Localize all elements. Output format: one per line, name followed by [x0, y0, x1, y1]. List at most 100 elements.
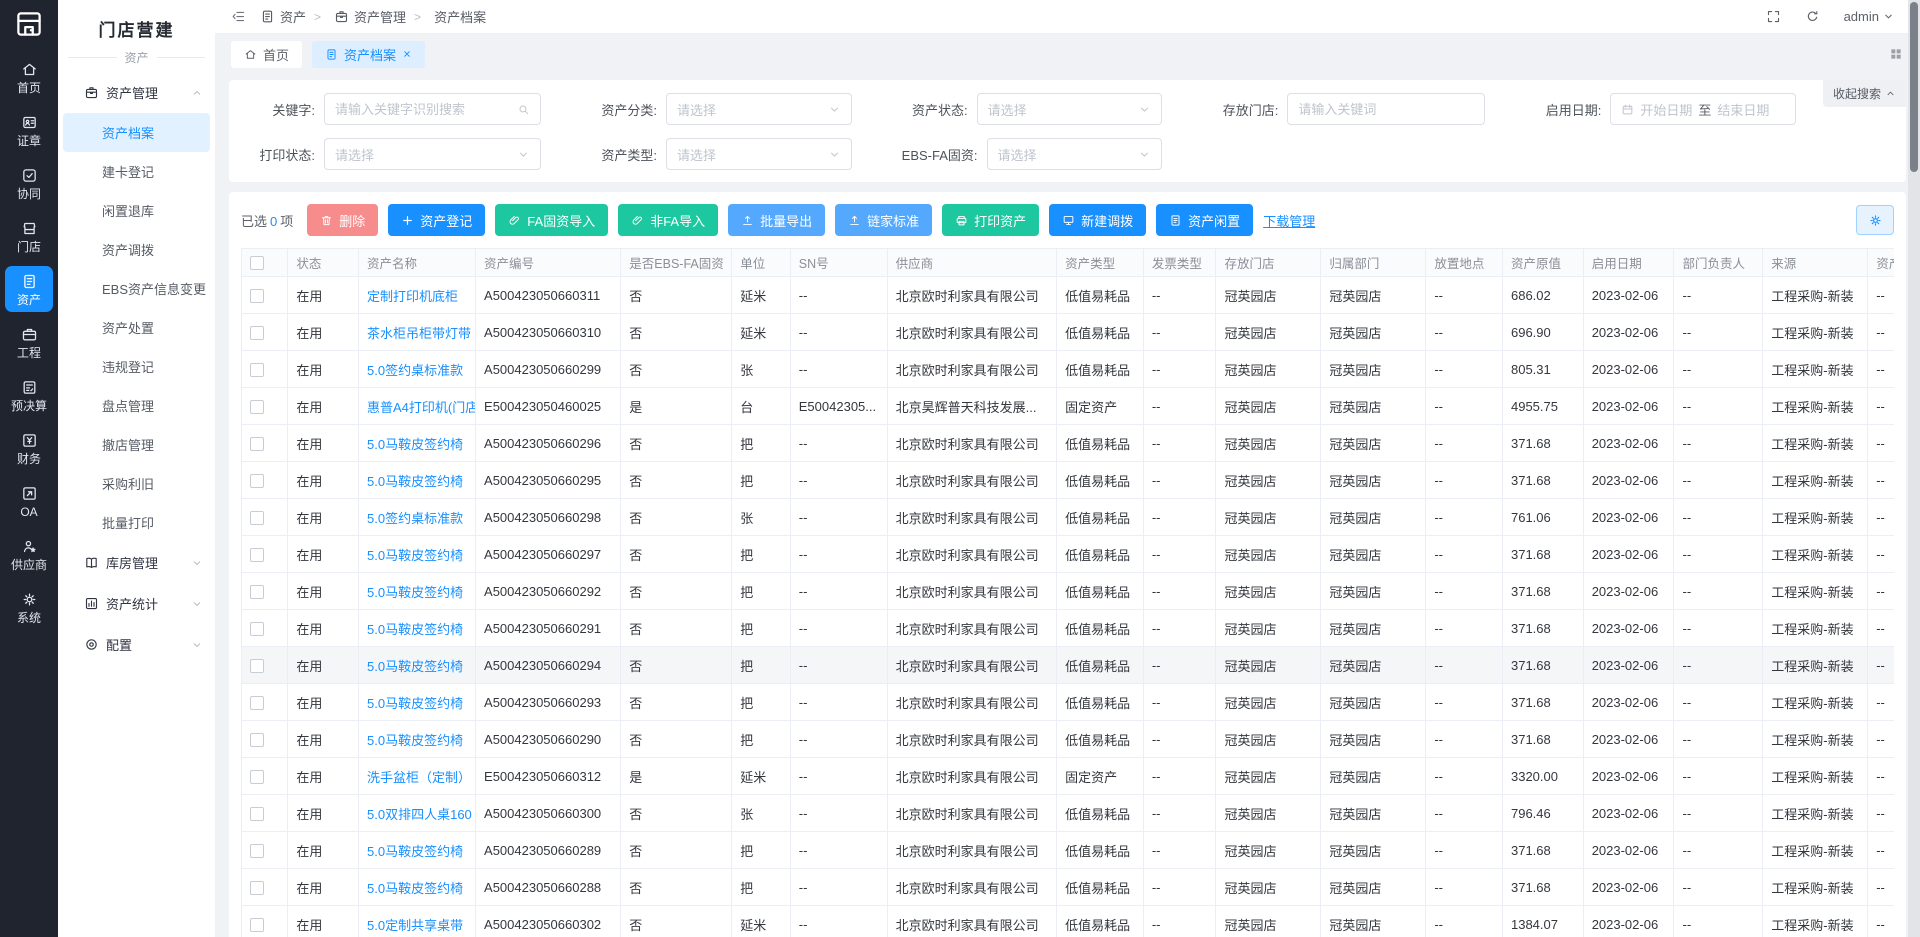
- sidebar-item[interactable]: 批量打印: [58, 503, 215, 542]
- fa-import-button[interactable]: FA固资导入: [495, 204, 608, 236]
- new-transfer-button[interactable]: 新建调拨: [1049, 204, 1146, 236]
- rail-item-collab[interactable]: 协同: [5, 160, 53, 206]
- breadcrumb-item[interactable]: 资产档案: [414, 7, 486, 26]
- sidebar-group[interactable]: 配置: [58, 624, 215, 665]
- print-status-select[interactable]: 请选择: [324, 138, 541, 170]
- row-checkbox[interactable]: [250, 289, 264, 303]
- cell-name[interactable]: 5.0定制共享桌带: [359, 906, 476, 937]
- cell-name[interactable]: 5.0马鞍皮签约椅: [359, 425, 476, 462]
- row-checkbox[interactable]: [250, 548, 264, 562]
- sidebar-group-asset-management[interactable]: 资产管理: [58, 72, 215, 113]
- sidebar-group[interactable]: 资产统计: [58, 583, 215, 624]
- asset-register-button[interactable]: 资产登记: [388, 204, 485, 236]
- keyword-input[interactable]: [324, 93, 541, 125]
- cell-name[interactable]: 洗手盆柜（定制）: [359, 758, 476, 795]
- breadcrumb-item[interactable]: 资产管理: [314, 7, 406, 26]
- sidebar-collapse-icon[interactable]: [231, 9, 246, 24]
- rail-item-asset[interactable]: 资产: [5, 266, 53, 312]
- row-checkbox[interactable]: [250, 474, 264, 488]
- breadcrumb-item[interactable]: 资产: [260, 7, 306, 26]
- store-input[interactable]: [1287, 93, 1485, 125]
- sidebar-collapsed-groups: 库房管理 资产统计 配置: [58, 542, 215, 665]
- download-manager-link[interactable]: 下载管理: [1263, 211, 1315, 230]
- cell-name[interactable]: 5.0马鞍皮签约椅: [359, 536, 476, 573]
- sidebar-item[interactable]: 采购利旧: [58, 464, 215, 503]
- sidebar-group[interactable]: 库房管理: [58, 542, 215, 583]
- sidebar-item[interactable]: 资产调拨: [58, 230, 215, 269]
- cell-name[interactable]: 5.0马鞍皮签约椅: [359, 573, 476, 610]
- sidebar-item[interactable]: 违规登记: [58, 347, 215, 386]
- sidebar-item[interactable]: 闲置退库: [58, 191, 215, 230]
- store-text-input[interactable]: [1298, 102, 1474, 117]
- row-checkbox[interactable]: [250, 733, 264, 747]
- cell-name[interactable]: 定制打印机底柜: [359, 277, 476, 314]
- rail-item-supplier[interactable]: 供应商: [5, 531, 53, 577]
- collapse-search-button[interactable]: 收起搜索: [1823, 80, 1906, 107]
- row-checkbox[interactable]: [250, 585, 264, 599]
- row-checkbox[interactable]: [250, 622, 264, 636]
- rail-item-finance[interactable]: 财务: [5, 425, 53, 471]
- row-checkbox[interactable]: [250, 326, 264, 340]
- cell-name[interactable]: 5.0签约桌标准款: [359, 499, 476, 536]
- row-checkbox[interactable]: [250, 807, 264, 821]
- rail-item-oa[interactable]: OA: [5, 478, 53, 524]
- ebs-fa-select[interactable]: 请选择: [987, 138, 1163, 170]
- rail-item-budget[interactable]: 预决算: [5, 372, 53, 418]
- non-fa-import-button[interactable]: 非FA导入: [618, 204, 718, 236]
- cell-name[interactable]: 5.0双排四人桌160: [359, 795, 476, 832]
- print-asset-button[interactable]: 打印资产: [942, 204, 1039, 236]
- lianjia-standard-button[interactable]: 链家标准: [835, 204, 932, 236]
- rail-item-system[interactable]: 系统: [5, 584, 53, 630]
- app-logo-icon[interactable]: [14, 9, 44, 42]
- row-checkbox[interactable]: [250, 511, 264, 525]
- refresh-icon[interactable]: [1805, 9, 1820, 24]
- sidebar-item[interactable]: 资产处置: [58, 308, 215, 347]
- rail-item-badge[interactable]: 证章: [5, 107, 53, 153]
- cell-name[interactable]: 5.0马鞍皮签约椅: [359, 610, 476, 647]
- cell-name[interactable]: 5.0马鞍皮签约椅: [359, 647, 476, 684]
- close-icon[interactable]: [402, 49, 412, 59]
- keyword-text-input[interactable]: [335, 102, 511, 117]
- asset-type-select[interactable]: 请选择: [666, 138, 852, 170]
- tab-asset-archive[interactable]: 资产档案: [312, 41, 425, 68]
- column-settings-button[interactable]: [1856, 205, 1894, 235]
- grid-icon[interactable]: [1888, 46, 1904, 62]
- cell-name[interactable]: 5.0马鞍皮签约椅: [359, 684, 476, 721]
- rail-item-home[interactable]: 首页: [5, 54, 53, 100]
- rail-item-store[interactable]: 门店: [5, 213, 53, 259]
- cell-name[interactable]: 5.0马鞍皮签约椅: [359, 462, 476, 499]
- asset-status-select[interactable]: 请选择: [977, 93, 1163, 125]
- rail-item-project[interactable]: 工程: [5, 319, 53, 365]
- row-checkbox[interactable]: [250, 437, 264, 451]
- cell-name[interactable]: 5.0签约桌标准款: [359, 351, 476, 388]
- sidebar-item[interactable]: 建卡登记: [58, 152, 215, 191]
- cell-name[interactable]: 5.0马鞍皮签约椅: [359, 721, 476, 758]
- row-checkbox[interactable]: [250, 363, 264, 377]
- row-checkbox[interactable]: [250, 844, 264, 858]
- sidebar-item[interactable]: 盘点管理: [58, 386, 215, 425]
- row-checkbox[interactable]: [250, 881, 264, 895]
- sidebar-item[interactable]: EBS资产信息变更: [58, 269, 215, 308]
- row-checkbox[interactable]: [250, 770, 264, 784]
- asset-category-select[interactable]: 请选择: [666, 93, 852, 125]
- sidebar-item[interactable]: 撤店管理: [58, 425, 215, 464]
- batch-export-button[interactable]: 批量导出: [728, 204, 825, 236]
- enable-date-range-picker[interactable]: 开始日期 至 结束日期: [1610, 93, 1796, 125]
- asset-idle-button[interactable]: 资产闲置: [1156, 204, 1253, 236]
- fullscreen-icon[interactable]: [1766, 9, 1781, 24]
- delete-button[interactable]: 删除: [307, 204, 378, 236]
- row-checkbox[interactable]: [250, 659, 264, 673]
- row-checkbox[interactable]: [250, 400, 264, 414]
- cell-name[interactable]: 茶水柜吊柜带灯带: [359, 314, 476, 351]
- cell-name[interactable]: 惠普A4打印机(门店: [359, 388, 476, 425]
- cell-name[interactable]: 5.0马鞍皮签约椅: [359, 869, 476, 906]
- sidebar-item[interactable]: 资产档案: [63, 113, 210, 152]
- tab-home[interactable]: 首页: [231, 41, 302, 68]
- row-checkbox[interactable]: [250, 696, 264, 710]
- row-checkbox[interactable]: [250, 918, 264, 932]
- user-menu[interactable]: admin: [1844, 9, 1894, 24]
- select-all-checkbox[interactable]: [250, 256, 264, 270]
- scrollbar-thumb[interactable]: [1910, 2, 1918, 172]
- cell-status: 在用: [288, 610, 359, 647]
- cell-name[interactable]: 5.0马鞍皮签约椅: [359, 832, 476, 869]
